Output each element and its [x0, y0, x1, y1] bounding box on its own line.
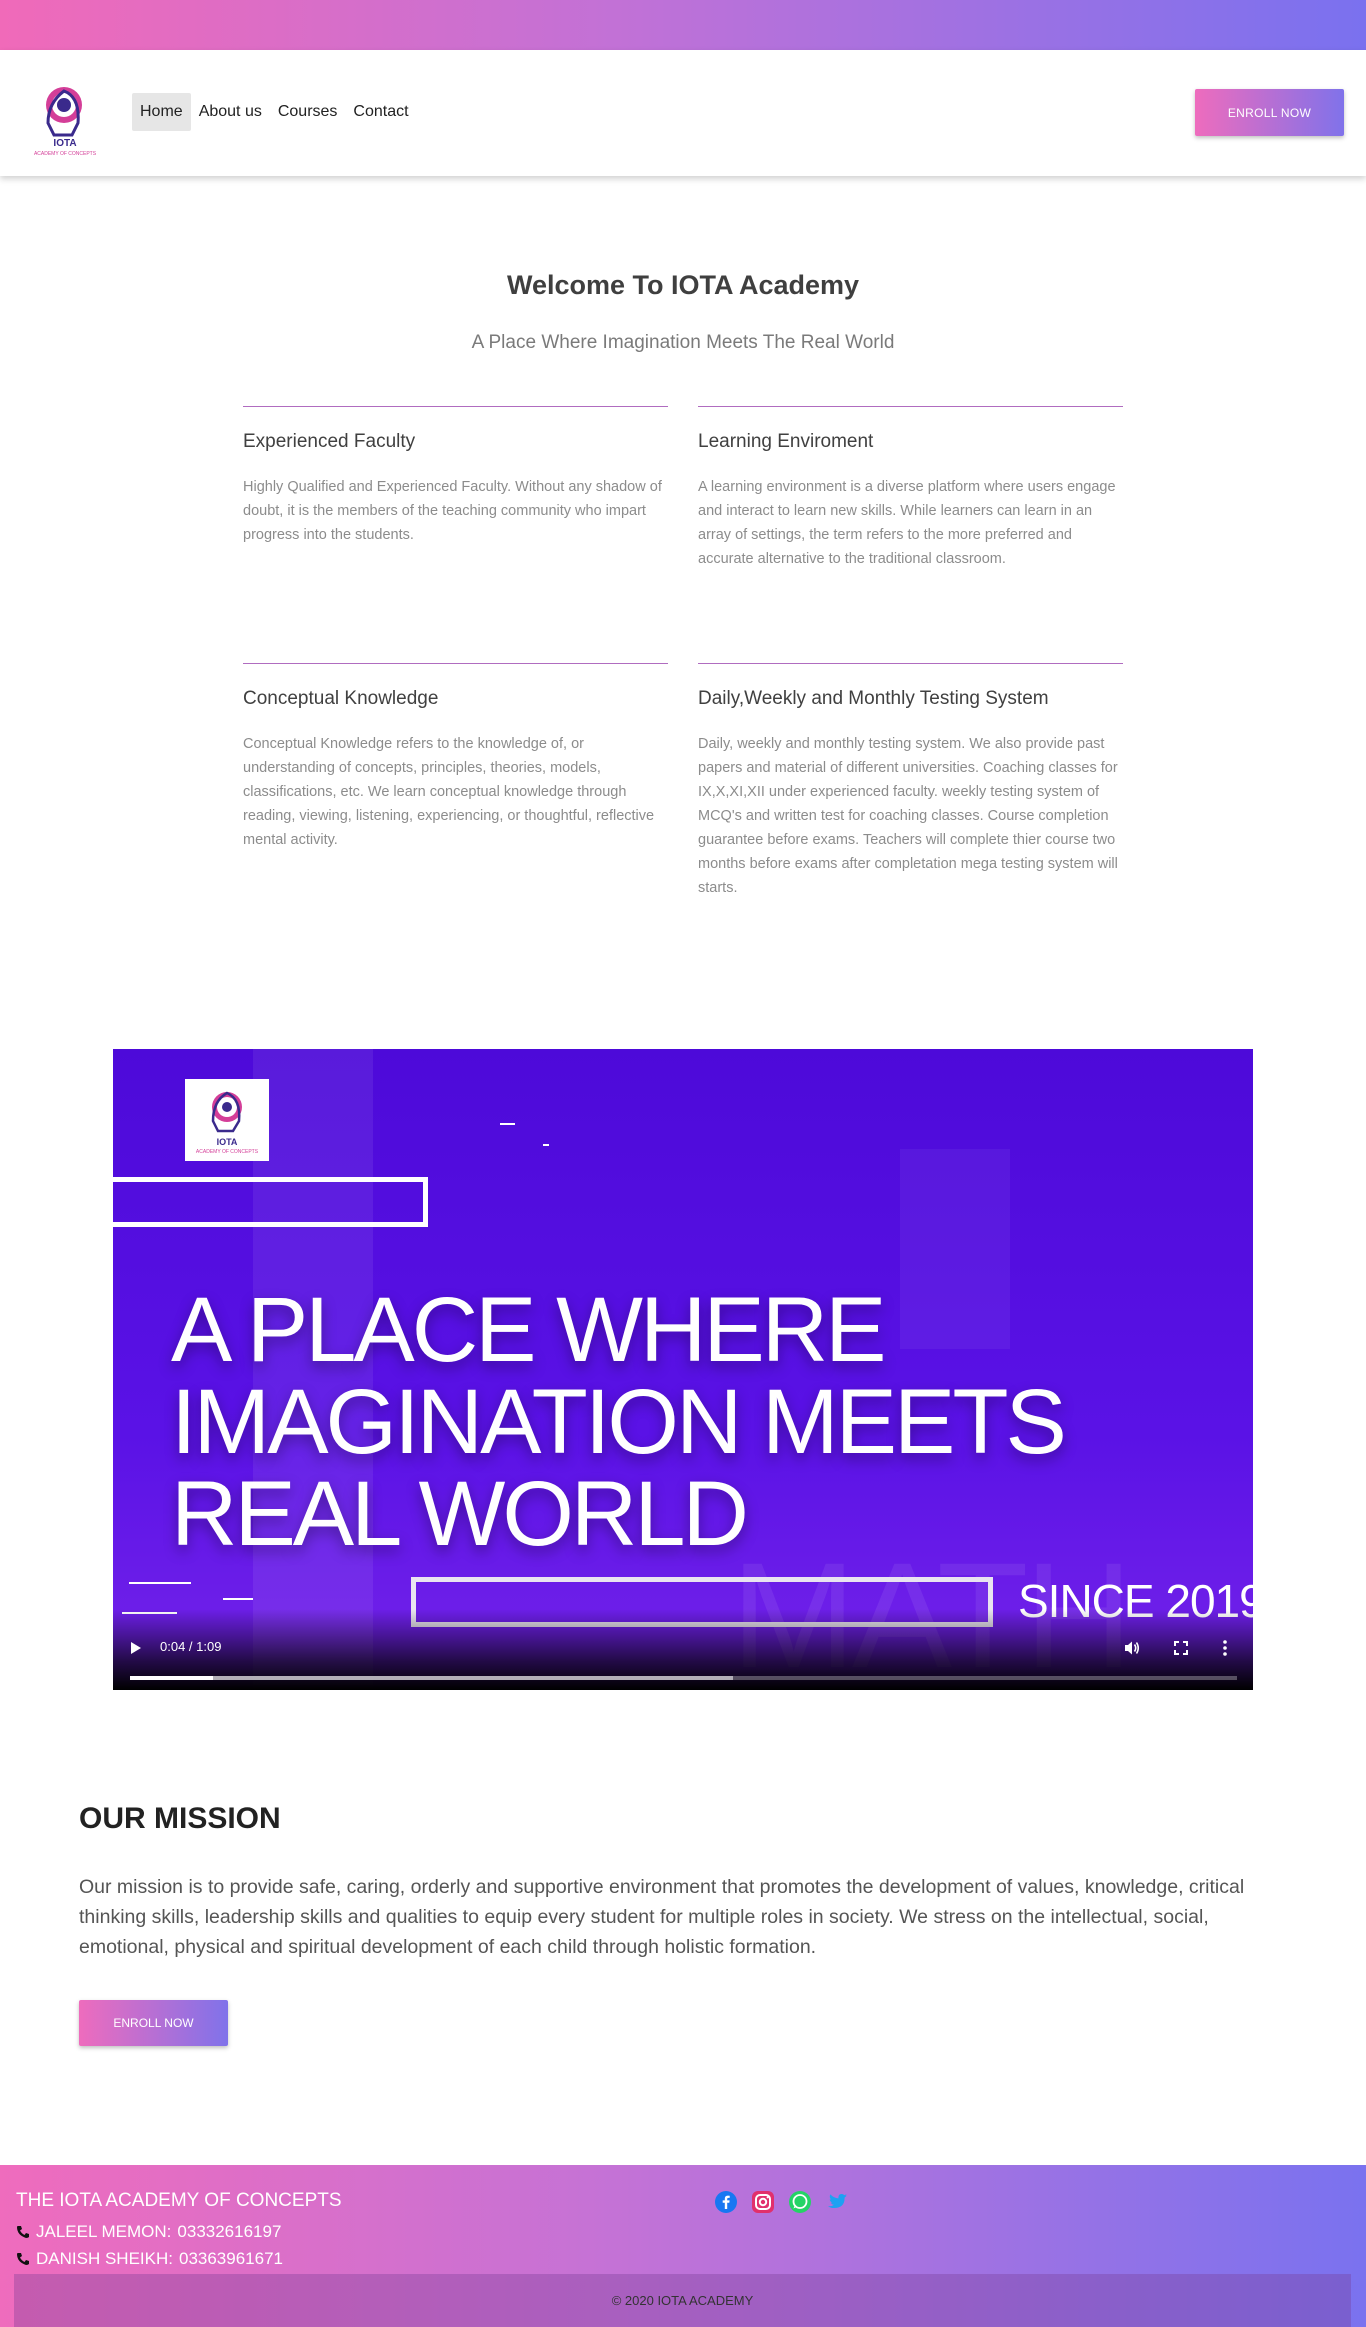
feature-text: Highly Qualified and Experienced Faculty…	[243, 479, 662, 543]
feature-card: Daily,Weekly and Monthly Testing System …	[698, 663, 1123, 900]
nav-link-courses[interactable]: Courses	[270, 93, 346, 131]
video-dash	[500, 1123, 515, 1125]
video-controls: 0:04 / 1:09	[113, 1609, 1253, 1690]
feature-card: Experienced Faculty Highly Qualified and…	[243, 406, 668, 547]
enroll-now-button[interactable]: ENROLL NOW	[1195, 89, 1344, 136]
nav-link-contact[interactable]: Contact	[345, 93, 416, 131]
video-dash	[129, 1582, 191, 1584]
mission-title: OUR MISSION	[79, 1802, 281, 1835]
video-logo-subtext: ACADEMY OF CONCEPTS	[196, 1149, 259, 1155]
contact-phone[interactable]: 03363961671	[179, 2249, 283, 2269]
video-headline: A PLACE WHERE IMAGINATION MEETS REAL WOR…	[171, 1279, 1067, 1565]
footer-title: THE IOTA ACADEMY OF CONCEPTS	[16, 2190, 342, 2211]
feature-card: Conceptual Knowledge Conceptual Knowledg…	[243, 663, 668, 852]
top-gradient-strip	[0, 0, 1366, 50]
video-buffer-bar	[130, 1676, 734, 1680]
feature-title: Experienced Faculty	[243, 431, 416, 452]
feature-text: Daily, weekly and monthly testing system…	[698, 736, 1118, 896]
video-progress-bar[interactable]	[130, 1676, 1237, 1680]
footer: THE IOTA ACADEMY OF CONCEPTS JALEEL MEMO…	[0, 2165, 1366, 2327]
headline-line: IMAGINATION MEETS	[171, 1371, 1067, 1473]
mission-text: Our mission is to provide safe, caring, …	[79, 1876, 1245, 1958]
feature-title: Conceptual Knowledge	[243, 688, 439, 709]
welcome-title: Welcome To IOTA Academy	[506, 270, 860, 300]
volume-icon[interactable]	[1124, 1640, 1140, 1656]
video-frame-rect	[113, 1177, 428, 1227]
logo-subtext: ACADEMY OF CONCEPTS	[34, 151, 96, 157]
whatsapp-icon[interactable]	[788, 2190, 812, 2214]
instagram-icon[interactable]	[751, 2190, 775, 2214]
video-progress-fill	[130, 1676, 214, 1680]
promo-video[interactable]: MATH IOTA ACADEMY OF CONCEPTS A PLACE WH…	[113, 1049, 1253, 1690]
feature-card: Learning Enviroment A learning environme…	[698, 406, 1123, 571]
logo[interactable]: IOTA ACADEMY OF CONCEPTS	[34, 83, 96, 159]
play-icon[interactable]	[131, 1642, 141, 1654]
video-dash	[543, 1144, 549, 1146]
contact-phone[interactable]: 03332616197	[177, 2222, 281, 2242]
phone-icon	[17, 2253, 29, 2265]
social-links	[714, 2190, 849, 2214]
video-logo-text: IOTA	[217, 1137, 238, 1147]
twitter-icon[interactable]	[825, 2190, 849, 2214]
mission-enroll-button[interactable]: ENROLL NOW	[79, 2000, 228, 2046]
video-time: 0:04 / 1:09	[160, 1639, 222, 1654]
feature-text: A learning environment is a diverse plat…	[698, 479, 1116, 567]
video-logo: IOTA ACADEMY OF CONCEPTS	[185, 1079, 269, 1161]
feature-title: Daily,Weekly and Monthly Testing System	[698, 688, 1049, 709]
facebook-icon[interactable]	[714, 2190, 738, 2214]
feature-text: Conceptual Knowledge refers to the knowl…	[243, 736, 655, 848]
feature-title: Learning Enviroment	[698, 431, 874, 452]
copyright: © 2020 IOTA ACADEMY	[14, 2274, 1351, 2327]
phone-icon	[17, 2226, 29, 2238]
headline-line: REAL WORLD	[171, 1463, 749, 1565]
welcome-subtitle: A Place Where Imagination Meets The Real…	[471, 332, 895, 353]
footer-contact: DANISH SHEIKH: 03363961671	[16, 2249, 283, 2269]
navbar: IOTA ACADEMY OF CONCEPTS Home About us C…	[0, 50, 1366, 176]
video-dash	[223, 1598, 253, 1600]
nav-link-about[interactable]: About us	[191, 93, 270, 131]
nav-link-home[interactable]: Home	[132, 93, 191, 131]
more-options-icon[interactable]	[1222, 1640, 1228, 1656]
footer-contact: JALEEL MEMON: 03332616197	[16, 2222, 281, 2242]
fullscreen-icon[interactable]	[1174, 1641, 1188, 1655]
nav-menu: Home About us Courses Contact	[132, 92, 417, 132]
contact-name: JALEEL MEMON:	[36, 2222, 172, 2241]
contact-name: DANISH SHEIKH:	[36, 2249, 173, 2268]
logo-text: IOTA	[53, 138, 76, 149]
headline-line: A PLACE WHERE	[171, 1279, 887, 1381]
